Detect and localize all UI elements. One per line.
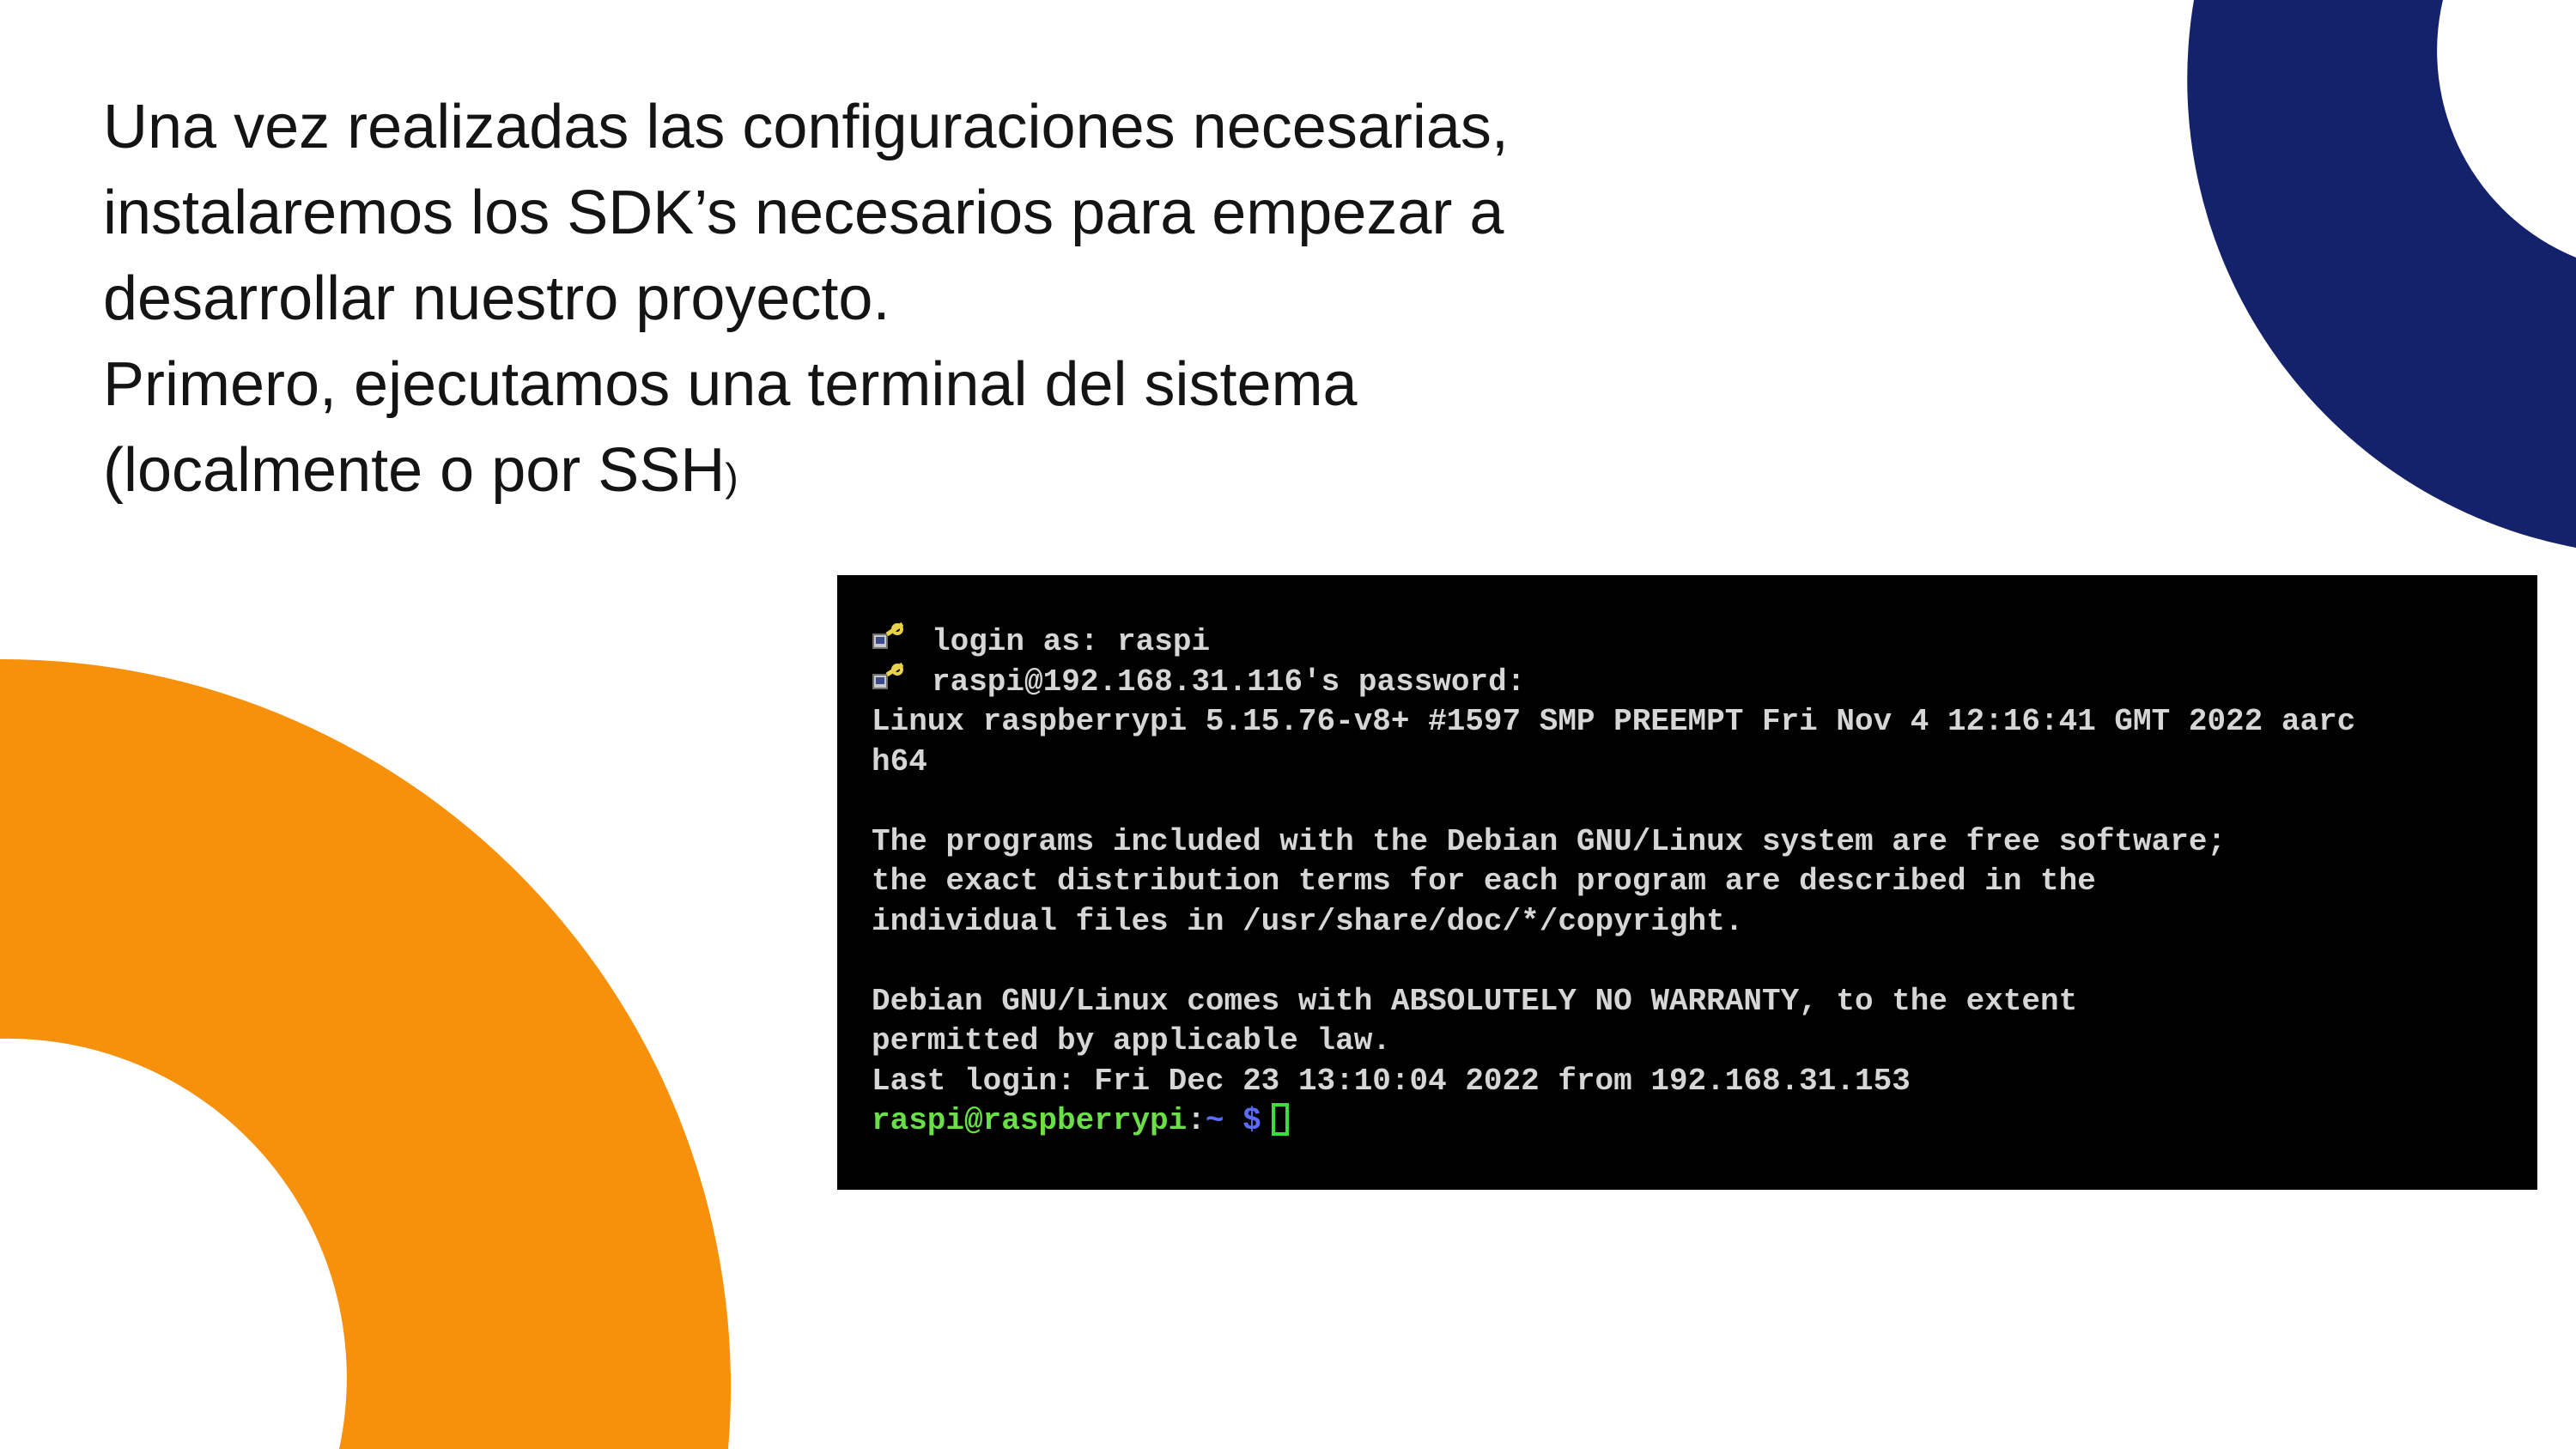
terminal-login-line: login as: raspi bbox=[872, 622, 2503, 663]
orange-arc-shape bbox=[0, 658, 732, 1449]
slide: Una vez realizadas las configuraciones n… bbox=[0, 0, 2576, 1449]
heading-line-5-text: (localmente o por SSH bbox=[103, 436, 726, 505]
prompt-user: raspi@raspberrypi bbox=[872, 1103, 1188, 1138]
terminal-license-line-3: individual files in /usr/share/doc/*/cop… bbox=[872, 903, 1744, 939]
terminal-cursor bbox=[1271, 1103, 1289, 1136]
heading-closing-paren: ) bbox=[725, 455, 738, 500]
terminal-prompt-line: raspi@raspberrypi:~ $ bbox=[872, 1101, 2503, 1142]
terminal-login-text: login as: raspi bbox=[932, 624, 1211, 659]
prompt-separator: : bbox=[1187, 1103, 1206, 1138]
navy-arc-shape bbox=[2187, 0, 2576, 548]
terminal-password-line: raspi@192.168.31.116's password: bbox=[872, 662, 2503, 703]
terminal-license-line-2: the exact distribution terms for each pr… bbox=[872, 864, 2096, 899]
terminal-kernel-wrap: h64 bbox=[872, 743, 927, 779]
putty-key-icon bbox=[872, 662, 904, 689]
terminal-license-line-1: The programs included with the Debian GN… bbox=[872, 823, 2227, 859]
terminal-warranty-line-1: Debian GNU/Linux comes with ABSOLUTELY N… bbox=[872, 983, 2078, 1019]
terminal-kernel-line: Linux raspberrypi 5.15.76-v8+ #1597 SMP … bbox=[872, 704, 2356, 739]
terminal-password-text: raspi@192.168.31.116's password: bbox=[932, 664, 1526, 700]
heading-line-4: Primero, ejecutamos una terminal del sis… bbox=[103, 350, 1358, 419]
heading-line-2: instalaremos los SDK’s necesarios para e… bbox=[103, 179, 1504, 247]
putty-key-icon bbox=[872, 622, 904, 649]
heading-line-5: (localmente o por SSH) bbox=[103, 427, 1649, 520]
terminal-screenshot: login as: raspi raspi@192.168.31.116's p… bbox=[837, 575, 2537, 1190]
prompt-path: ~ $ bbox=[1205, 1103, 1261, 1138]
heading-line-1: Una vez realizadas las configuraciones n… bbox=[103, 93, 1509, 161]
slide-heading: Una vez realizadas las configuraciones n… bbox=[103, 84, 1649, 520]
terminal-warranty-line-2: permitted by applicable law. bbox=[872, 1023, 1391, 1058]
terminal-last-login: Last login: Fri Dec 23 13:10:04 2022 fro… bbox=[872, 1063, 1911, 1099]
heading-line-3: desarrollar nuestro proyecto. bbox=[103, 264, 890, 333]
